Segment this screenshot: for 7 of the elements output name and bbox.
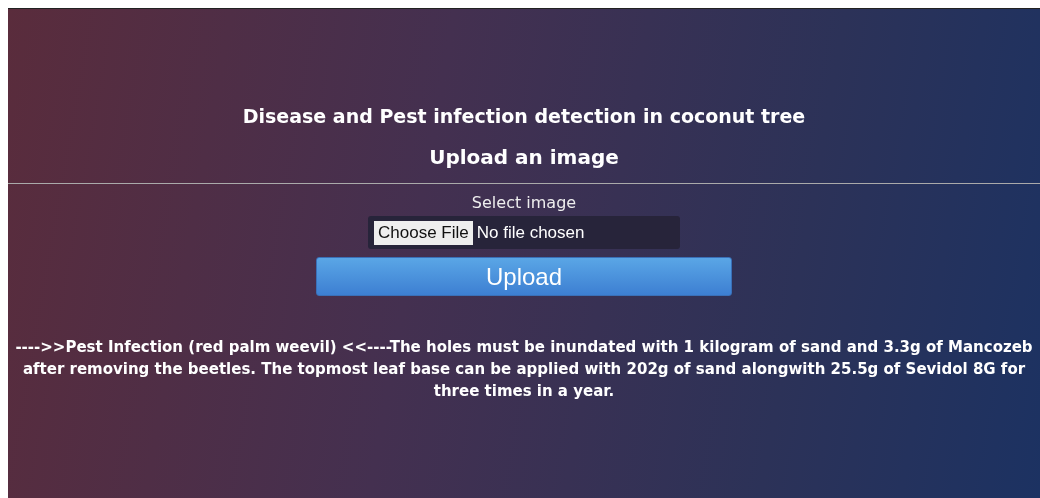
choose-file-button[interactable]: Choose File bbox=[374, 220, 473, 245]
page-title: Disease and Pest infection detection in coconut tree bbox=[242, 105, 806, 127]
result-text: ---->>Pest Infection (red palm weevil) <<----The holes must be inundated with 1 kilogram of sand and 3.3g of Mancozeb after removing the beetles. The topmost leaf base can be applied with 202g of sand alongwith 25.5g of Sevidol 8G for three times in a year. bbox=[14, 337, 1034, 402]
page-subtitle: Upload an image bbox=[429, 145, 619, 169]
file-input-field[interactable]: Choose File No file chosen bbox=[368, 216, 680, 249]
field-label: Select image bbox=[471, 193, 577, 212]
file-status-text: No file chosen bbox=[476, 222, 585, 243]
